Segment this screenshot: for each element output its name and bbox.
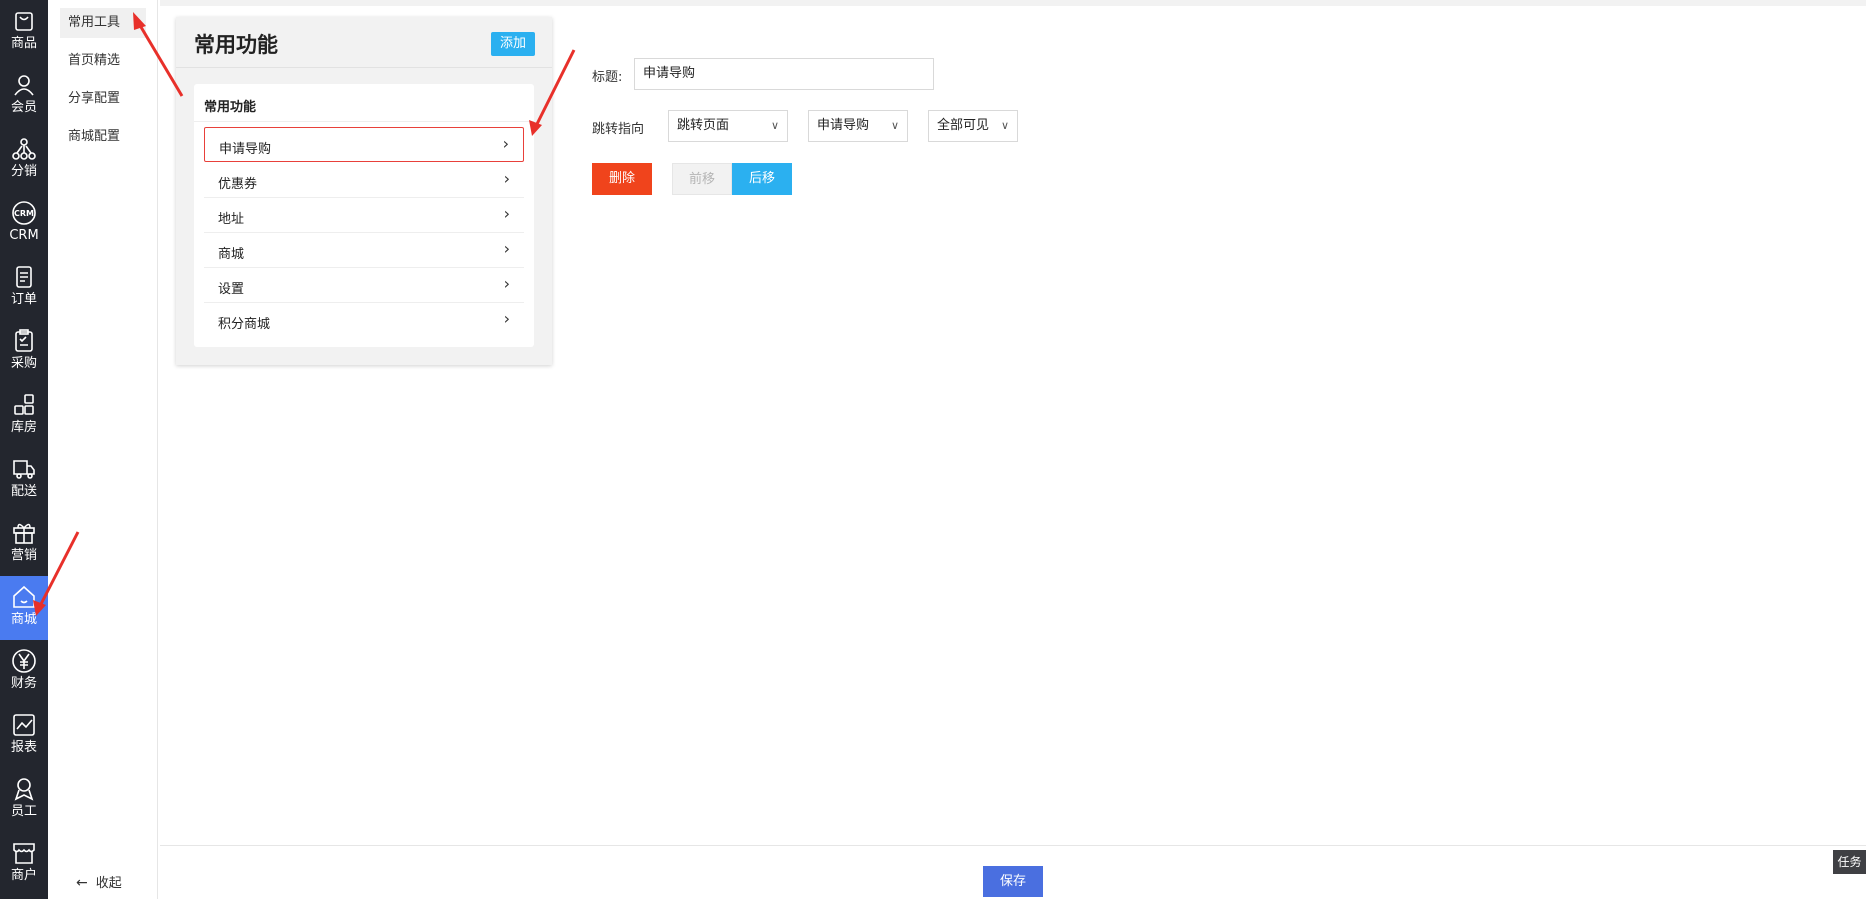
jump-target-select[interactable]: 申请导购 ∨	[808, 110, 908, 142]
rail-item-crm[interactable]: CRM CRM	[0, 192, 48, 256]
gift-icon	[13, 523, 35, 544]
function-item-label: 地址	[218, 212, 245, 227]
footer-divider	[160, 845, 1866, 846]
rail-item-marketing[interactable]: 营销	[0, 512, 48, 576]
rail-label: 商户	[10, 868, 37, 883]
chevron-down-icon: ∨	[890, 119, 899, 132]
rail-label: 库房	[10, 420, 37, 435]
function-item-label: 设置	[218, 282, 245, 297]
function-item[interactable]: 申请导购 ›	[204, 127, 524, 162]
rail-item-reports[interactable]: 报表	[0, 704, 48, 768]
sub-item-home-featured[interactable]: 首页精选	[60, 46, 146, 76]
function-item-label: 商城	[218, 247, 245, 262]
function-item[interactable]: 商城 ›	[204, 233, 524, 268]
sub-item-common-tools[interactable]: 常用工具	[60, 8, 146, 38]
svg-text:CRM: CRM	[14, 209, 34, 218]
store-icon	[13, 843, 35, 864]
move-forward-button[interactable]: 前移	[672, 163, 732, 195]
chevron-down-icon: ∨	[770, 119, 779, 132]
function-item[interactable]: 积分商城 ›	[204, 303, 524, 338]
chevron-right-icon: ›	[503, 169, 510, 188]
sub-item-share-config[interactable]: 分享配置	[60, 84, 146, 114]
collapse-label: 收起	[95, 876, 122, 891]
user-icon	[14, 75, 34, 96]
add-button[interactable]: 添加	[491, 32, 535, 56]
rail-item-warehouse[interactable]: 库房	[0, 384, 48, 448]
move-backward-button[interactable]: 后移	[732, 163, 792, 195]
rail-item-goods[interactable]: 商品	[0, 0, 48, 64]
document-icon	[16, 266, 32, 288]
home-icon	[13, 585, 35, 608]
grid-icon	[14, 394, 34, 415]
title-label: 标题:	[592, 70, 623, 85]
jump-target-value: 申请导购	[817, 118, 870, 133]
function-item[interactable]: 优惠券 ›	[204, 163, 524, 198]
yen-icon	[12, 649, 36, 673]
sub-item-mall-config[interactable]: 商城配置	[60, 122, 146, 152]
rail-item-purchase[interactable]: 采购	[0, 320, 48, 384]
rail-item-delivery[interactable]: 配送	[0, 448, 48, 512]
rail-label: 商品	[10, 36, 37, 51]
rail-item-members[interactable]: 会员	[0, 64, 48, 128]
divider	[194, 121, 534, 122]
rail-label: 采购	[10, 356, 37, 371]
function-item-label: 申请导购	[219, 142, 272, 157]
rail-item-finance[interactable]: 财务	[0, 640, 48, 704]
chevron-right-icon: ›	[503, 239, 510, 258]
rail-item-orders[interactable]: 订单	[0, 256, 48, 320]
rail-label: CRM	[9, 228, 39, 243]
collapse-button[interactable]: ← 收起	[76, 872, 122, 891]
rail-label: 员工	[10, 804, 37, 819]
arrow-left-icon: ←	[76, 875, 88, 891]
sub-menu: 常用工具 首页精选 分享配置 商城配置 ← 收起	[48, 0, 158, 899]
chevron-right-icon: ›	[502, 134, 509, 153]
truck-icon	[13, 460, 35, 479]
chevron-down-icon: ∨	[1000, 119, 1009, 132]
visibility-select[interactable]: 全部可见 ∨	[928, 110, 1018, 142]
rail-label: 商城	[10, 612, 37, 627]
rail-item-mall[interactable]: 商城	[0, 576, 48, 640]
jump-type-value: 跳转页面	[677, 118, 730, 133]
chevron-right-icon: ›	[503, 309, 510, 328]
main-nav-rail: 商品 会员 分销 CRM CRM 订单 采购 库房 配送 营销 商城 财务 报表…	[0, 0, 48, 899]
function-item[interactable]: 设置 ›	[204, 268, 524, 303]
chevron-right-icon: ›	[503, 274, 510, 293]
jump-label: 跳转指向	[592, 122, 645, 137]
chevron-right-icon: ›	[503, 204, 510, 223]
rail-item-staff[interactable]: 员工	[0, 768, 48, 832]
network-icon	[12, 138, 36, 160]
card-title: 常用功能	[194, 33, 278, 57]
chart-icon	[13, 714, 35, 736]
rail-item-merchants[interactable]: 商户	[0, 832, 48, 896]
rail-label: 营销	[10, 548, 37, 563]
functions-panel: 常用功能 申请导购 › 优惠券 › 地址 › 商城 › 设置 › 积分商城 ›	[194, 84, 534, 347]
rail-label: 会员	[10, 100, 37, 115]
rail-label: 分销	[10, 164, 37, 179]
common-functions-card: 常用功能 添加 常用功能 申请导购 › 优惠券 › 地址 › 商城 › 设置 ›…	[176, 17, 552, 365]
title-input[interactable]: 申请导购	[634, 58, 934, 90]
function-item[interactable]: 地址 ›	[204, 198, 524, 233]
rail-label: 配送	[10, 484, 37, 499]
rail-item-distribution[interactable]: 分销	[0, 128, 48, 192]
clipboard-icon	[15, 329, 33, 352]
rail-label: 报表	[10, 740, 37, 755]
jump-type-select[interactable]: 跳转页面 ∨	[668, 110, 788, 142]
bag-icon	[15, 12, 33, 31]
divider	[176, 67, 552, 68]
function-item-label: 积分商城	[218, 317, 271, 332]
badge-icon	[14, 778, 34, 801]
save-button[interactable]: 保存	[983, 866, 1043, 897]
visibility-value: 全部可见	[937, 118, 990, 133]
task-tab[interactable]: 任务	[1833, 850, 1866, 874]
crm-icon: CRM	[12, 201, 36, 225]
function-item-label: 优惠券	[218, 177, 258, 192]
delete-button[interactable]: 删除	[592, 163, 652, 195]
rail-label: 财务	[10, 676, 37, 691]
top-divider	[160, 0, 1866, 6]
rail-label: 订单	[10, 292, 37, 307]
panel-title: 常用功能	[204, 100, 257, 115]
